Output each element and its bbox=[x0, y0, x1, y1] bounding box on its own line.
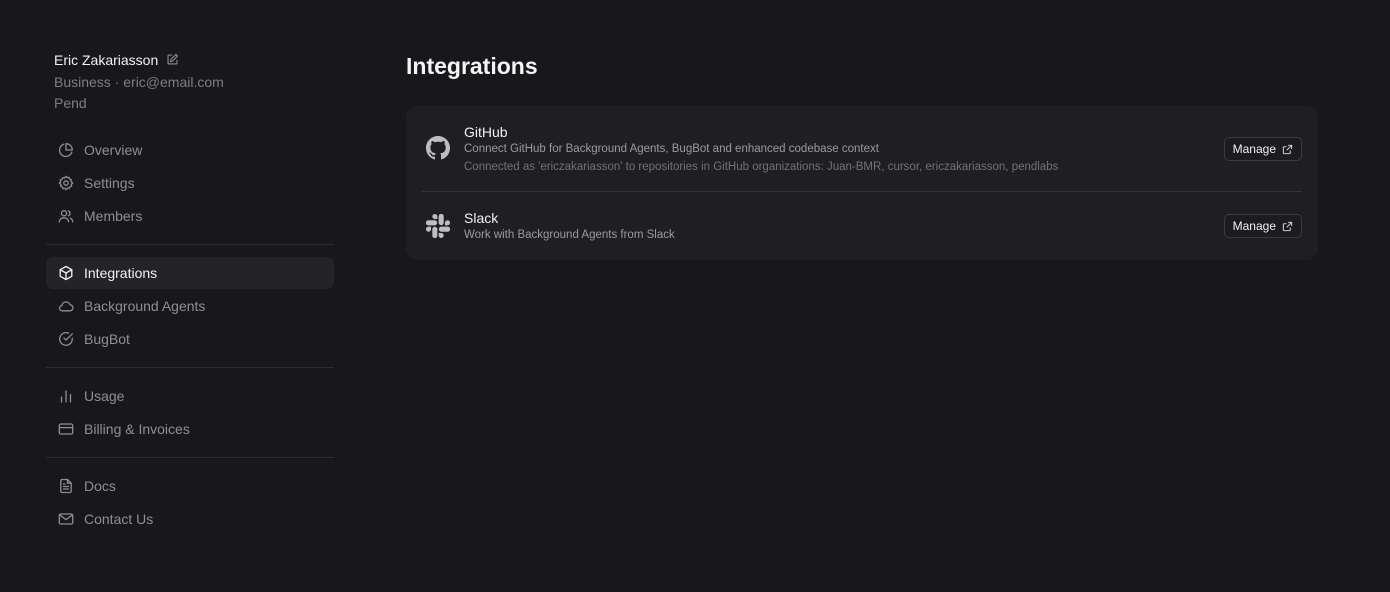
profile-name: Eric Zakariasson bbox=[54, 52, 159, 68]
integration-name: GitHub bbox=[464, 124, 508, 140]
manage-button-label: Manage bbox=[1232, 219, 1276, 233]
sidebar: Eric Zakariasson Business · eric@email.c… bbox=[46, 48, 334, 547]
github-icon bbox=[426, 136, 450, 160]
slack-icon bbox=[425, 213, 451, 239]
integration-description: Work with Background Agents from Slack bbox=[464, 229, 675, 241]
sidebar-item-label: BugBot bbox=[84, 331, 130, 347]
sidebar-item-members[interactable]: Members bbox=[46, 200, 334, 232]
sidebar-item-bugbot[interactable]: BugBot bbox=[46, 323, 334, 355]
sidebar-item-label: Overview bbox=[84, 142, 143, 158]
github-manage-button[interactable]: Manage bbox=[1223, 137, 1302, 161]
sidebar-item-label: Docs bbox=[84, 478, 116, 494]
integration-body: GitHub Connect GitHub for Background Age… bbox=[464, 123, 1302, 176]
nav-group-help: Docs Contact Us bbox=[46, 458, 334, 547]
manage-button-label: Manage bbox=[1232, 142, 1276, 156]
bar-chart-icon bbox=[58, 388, 74, 404]
integrations-card: GitHub Connect GitHub for Background Age… bbox=[406, 106, 1318, 260]
sidebar-item-docs[interactable]: Docs bbox=[46, 470, 334, 502]
users-icon bbox=[58, 208, 74, 224]
edit-icon[interactable] bbox=[166, 53, 180, 67]
pie-chart-icon bbox=[58, 142, 74, 158]
integration-github: GitHub Connect GitHub for Background Age… bbox=[422, 106, 1302, 191]
integration-name: Slack bbox=[464, 210, 499, 226]
document-icon bbox=[58, 478, 74, 494]
sidebar-item-billing[interactable]: Billing & Invoices bbox=[46, 413, 334, 445]
mail-icon bbox=[58, 511, 74, 527]
sidebar-item-label: Contact Us bbox=[84, 511, 154, 527]
app: Eric Zakariasson Business · eric@email.c… bbox=[0, 0, 1390, 592]
sidebar-item-settings[interactable]: Settings bbox=[46, 167, 334, 199]
sidebar-item-label: Integrations bbox=[84, 265, 158, 281]
sidebar-item-contact-us[interactable]: Contact Us bbox=[46, 503, 334, 535]
cube-icon bbox=[58, 265, 74, 281]
nav-group-features: Integrations Background Agents BugBot bbox=[46, 245, 334, 368]
sidebar-item-label: Settings bbox=[84, 175, 135, 191]
external-link-icon bbox=[1282, 144, 1293, 155]
gear-icon bbox=[58, 175, 74, 191]
credit-card-icon bbox=[58, 421, 74, 437]
check-circle-icon bbox=[58, 331, 74, 347]
sidebar-item-background-agents[interactable]: Background Agents bbox=[46, 290, 334, 322]
integration-slack: Slack Work with Background Agents from S… bbox=[422, 191, 1302, 260]
cloud-icon bbox=[58, 298, 74, 314]
external-link-icon bbox=[1282, 221, 1293, 232]
nav-group-main: Overview Settings Members bbox=[46, 127, 334, 245]
profile: Eric Zakariasson Business · eric@email.c… bbox=[46, 48, 334, 114]
profile-plan-email: Business · eric@email.com bbox=[54, 74, 224, 90]
slack-manage-button[interactable]: Manage bbox=[1223, 214, 1302, 238]
sidebar-item-integrations[interactable]: Integrations bbox=[46, 257, 334, 289]
page-title: Integrations bbox=[406, 53, 538, 79]
integration-connection-detail: Connected as 'ericzakariasson' to reposi… bbox=[464, 161, 1059, 173]
profile-team: Pend bbox=[54, 95, 87, 111]
integration-body: Slack Work with Background Agents from S… bbox=[464, 209, 1302, 244]
sidebar-item-label: Billing & Invoices bbox=[84, 421, 190, 437]
sidebar-item-label: Background Agents bbox=[84, 298, 206, 314]
sidebar-item-label: Members bbox=[84, 208, 143, 224]
sidebar-item-overview[interactable]: Overview bbox=[46, 134, 334, 166]
main-content: Integrations GitHub Connect GitHub for B… bbox=[406, 50, 1318, 260]
sidebar-item-label: Usage bbox=[84, 388, 125, 404]
sidebar-item-usage[interactable]: Usage bbox=[46, 380, 334, 412]
integration-description: Connect GitHub for Background Agents, Bu… bbox=[464, 143, 879, 155]
nav-group-account: Usage Billing & Invoices bbox=[46, 368, 334, 458]
profile-name-row: Eric Zakariasson bbox=[54, 48, 334, 72]
